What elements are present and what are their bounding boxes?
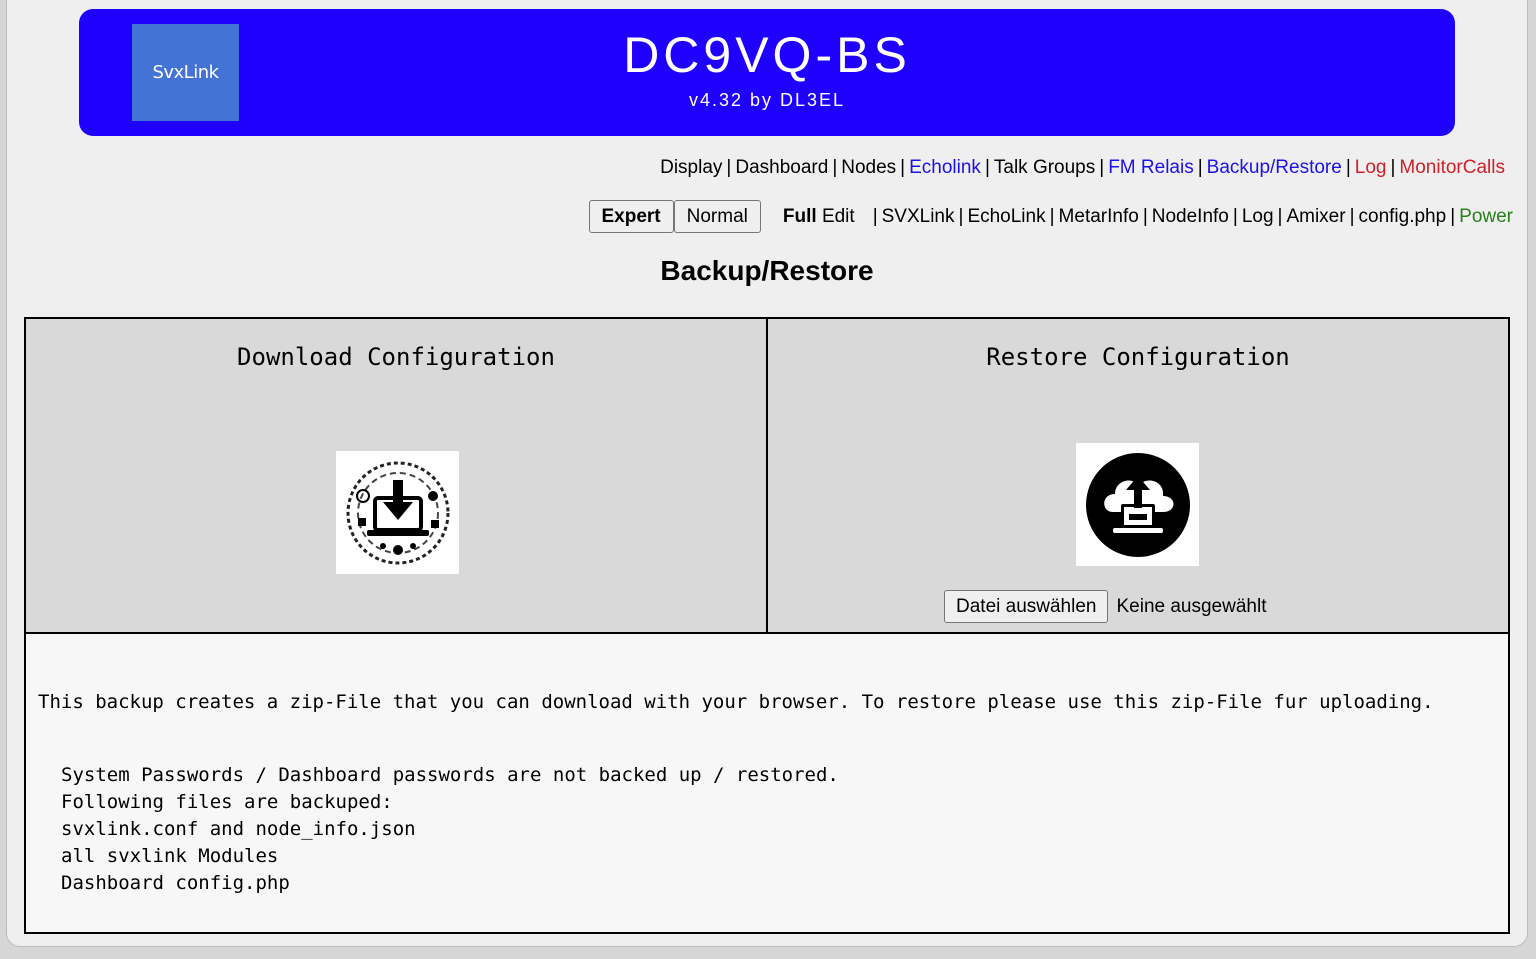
download-section: Download Configuration [26, 319, 768, 632]
browser-page: SvxLink DC9VQ-BS v4.32 by DL3EL Display |… [6, 0, 1528, 947]
nav-fm-relais[interactable]: FM Relais [1108, 157, 1194, 178]
backup-info-text: This backup creates a zip-File that you … [38, 691, 1434, 713]
file-upload-row: Datei auswählen Keine ausgewählt [944, 590, 1266, 623]
nav-display[interactable]: Display [660, 157, 722, 178]
note-line: svxlink.conf and node_info.json [61, 818, 416, 840]
nav-nodes[interactable]: Nodes [841, 157, 896, 178]
nav-svxlink[interactable]: SVXLink [882, 206, 955, 228]
nav-monitorcalls[interactable]: MonitorCalls [1399, 157, 1505, 178]
nav-echolink-edit[interactable]: EchoLink [967, 206, 1045, 228]
page-title: Backup/Restore [660, 255, 874, 286]
expert-mode-button[interactable]: Expert [588, 200, 674, 233]
note-line: all svxlink Modules [61, 845, 279, 867]
restore-section: Restore Configuration Datei auswählen Ke… [768, 319, 1508, 632]
backup-notes: System Passwords / Dashboard passwords a… [61, 762, 839, 897]
cloud-upload-icon[interactable] [1076, 443, 1199, 566]
restore-title: Restore Configuration [986, 343, 1290, 371]
edit-label: Full Edit [782, 205, 855, 227]
nav-talk-groups[interactable]: Talk Groups [994, 157, 1095, 178]
nav-amixer[interactable]: Amixer [1286, 206, 1345, 228]
nav-config-php[interactable]: config.php [1359, 206, 1447, 228]
station-title: DC9VQ-BS [623, 27, 911, 83]
secondary-nav: Expert Normal Full Edit | SVXLink | EchoLink… [588, 200, 1513, 233]
section-divider [26, 632, 1508, 634]
nav-power[interactable]: Power [1459, 206, 1513, 228]
nav-log-edit[interactable]: Log [1242, 206, 1274, 228]
file-status: Keine ausgewählt [1116, 595, 1267, 617]
note-line: System Passwords / Dashboard passwords a… [61, 764, 839, 786]
full-edit-link[interactable]: Full [783, 206, 817, 227]
nav-metarinfo[interactable]: MetarInfo [1059, 206, 1139, 228]
download-title: Download Configuration [237, 343, 555, 371]
note-line: Dashboard config.php [61, 872, 290, 894]
header-banner: SvxLink DC9VQ-BS v4.32 by DL3EL [79, 9, 1455, 136]
choose-file-button[interactable]: Datei auswählen [944, 590, 1109, 623]
primary-nav: Display | Dashboard | Nodes | Echolink | Talk Gr… [660, 157, 1505, 178]
nav-backup-restore[interactable]: Backup/Restore [1207, 157, 1342, 178]
nav-echolink[interactable]: Echolink [909, 157, 981, 178]
nav-dashboard[interactable]: Dashboard [735, 157, 828, 178]
nav-log[interactable]: Log [1355, 157, 1387, 178]
version-subtitle: v4.32 by DL3EL [688, 90, 846, 110]
nav-nodeinfo[interactable]: NodeInfo [1152, 206, 1229, 228]
backup-restore-panel: Download Configuration Restore Configura… [24, 317, 1510, 934]
download-icon[interactable] [336, 451, 459, 574]
note-line: Following files are backuped: [61, 791, 393, 813]
normal-mode-button[interactable]: Normal [673, 200, 761, 233]
